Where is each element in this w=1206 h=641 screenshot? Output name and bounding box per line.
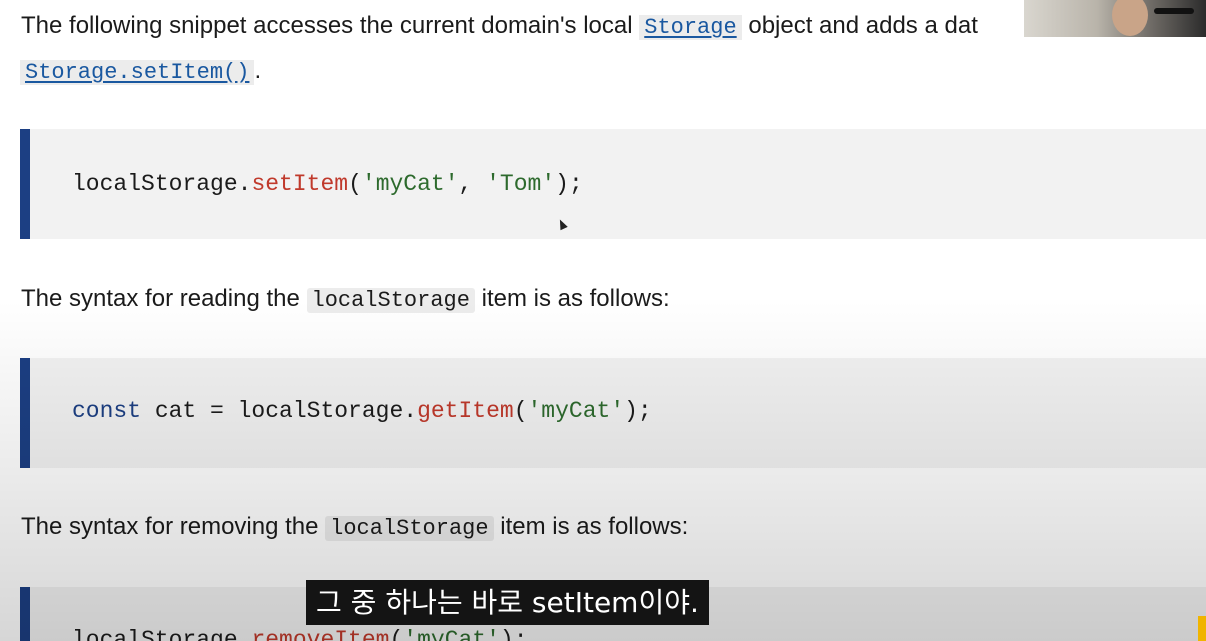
code-token-paren-close: );	[555, 171, 583, 197]
code-token-paren-close: );	[624, 398, 652, 424]
code-line-removeitem: localStorage.removeItem('myCat');	[72, 627, 528, 641]
corner-logo-icon	[1198, 616, 1206, 641]
code-token-keyword: const	[72, 398, 142, 424]
code-token-assignment: cat = localStorage.	[141, 398, 418, 424]
video-subtitle: 그 중 하나는 바로 setItem이야.	[306, 580, 709, 625]
reading-text-before: The syntax for reading the	[21, 285, 300, 312]
code-token-method: getItem	[417, 398, 514, 424]
code-token-object: localStorage.	[72, 627, 252, 641]
code-token-comma: ,	[458, 171, 487, 197]
intro-text-after: object and adds a dat	[748, 12, 978, 39]
code-token-string-key: 'myCat'	[403, 627, 500, 641]
webcam-overlay	[1024, 0, 1206, 37]
reading-paragraph: The syntax for reading the localStorage …	[21, 283, 670, 317]
code-block-getitem: const cat = localStorage.getItem('myCat'…	[20, 358, 1206, 468]
intro-text-before: The following snippet accesses the curre…	[21, 12, 633, 39]
reading-inline-code: localStorage	[306, 288, 475, 313]
code-token-dot: .	[237, 171, 252, 197]
code-token-paren-close: );	[499, 627, 528, 641]
microphone-icon	[1154, 8, 1194, 14]
code-token-object: localStorage	[72, 171, 238, 197]
code-token-string-value: 'Tom'	[486, 171, 556, 197]
removing-text-after: item is as follows:	[500, 513, 689, 540]
reading-text-after: item is as follows:	[481, 285, 670, 312]
code-token-method: setItem	[251, 171, 349, 197]
code-line-getitem: const cat = localStorage.getItem('myCat'…	[72, 398, 652, 424]
storage-setitem-link[interactable]: Storage.setItem()	[20, 60, 255, 85]
code-token-paren-open: (	[513, 398, 528, 424]
intro-paragraph-line2: Storage.setItem().	[20, 55, 261, 89]
storage-link[interactable]: Storage	[639, 15, 742, 40]
code-block-setitem: localStorage.setItem('myCat', 'Tom');	[20, 129, 1206, 239]
removing-paragraph: The syntax for removing the localStorage…	[21, 511, 688, 545]
removing-text-before: The syntax for removing the	[21, 513, 319, 540]
code-token-string-key: 'myCat'	[527, 398, 625, 424]
removing-inline-code: localStorage	[325, 516, 494, 541]
code-token-method: removeItem	[251, 627, 390, 641]
code-token-paren-open: (	[348, 171, 362, 197]
code-token-string-key: 'myCat'	[361, 171, 459, 197]
intro-paragraph: The following snippet accesses the curre…	[21, 10, 978, 44]
page: The following snippet accesses the curre…	[0, 0, 1206, 641]
intro-end-punct: .	[254, 57, 262, 84]
code-line-setitem: localStorage.setItem('myCat', 'Tom');	[72, 171, 583, 197]
presenter-head	[1112, 0, 1148, 36]
code-token-paren-open: (	[389, 627, 404, 641]
